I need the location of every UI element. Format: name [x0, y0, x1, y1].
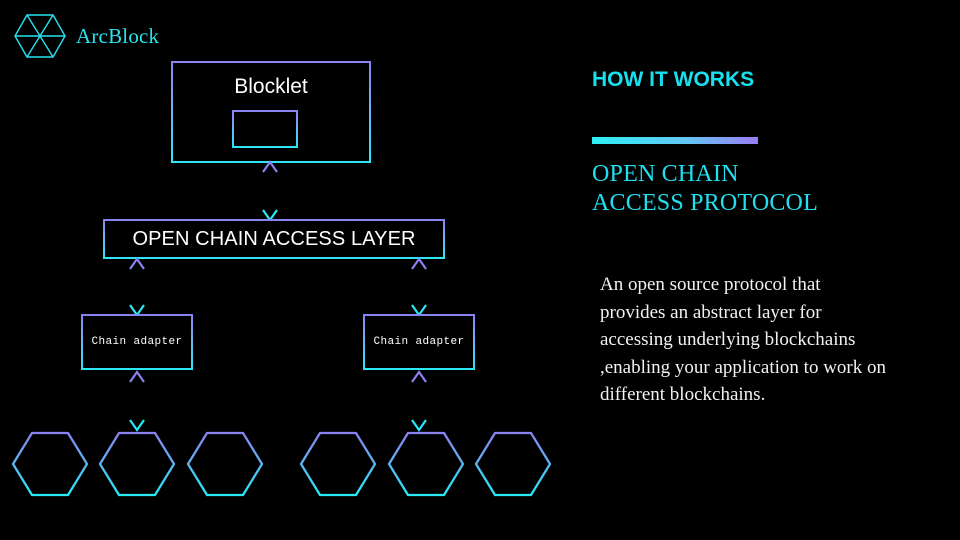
- panel-title: OPEN CHAIN ACCESS PROTOCOL: [592, 161, 818, 216]
- blocklet-label: Blocklet: [234, 75, 308, 98]
- connector-adapter-1-to-chain: [129, 370, 145, 432]
- blockchain-hexagon-2[interactable]: [98, 431, 176, 497]
- slide-canvas: ArcBlock Blocklet OPEN CHAIN ACCESS LAYE…: [0, 0, 960, 540]
- blockchain-hexagon-5[interactable]: [387, 431, 465, 497]
- open-chain-access-layer-box[interactable]: OPEN CHAIN ACCESS LAYER: [103, 219, 445, 259]
- hexagon-triforce-icon: [14, 14, 66, 58]
- blockchain-hexagon-6[interactable]: [474, 431, 552, 497]
- blocklet-inner-box[interactable]: [232, 110, 298, 148]
- chain-adapter-label: Chain adapter: [91, 336, 183, 348]
- blockchain-hexagon-4[interactable]: [299, 431, 377, 497]
- blockchain-hexagon-3[interactable]: [186, 431, 264, 497]
- connector-access-layer-to-adapter-2: [411, 257, 427, 317]
- chain-adapter-label: Chain adapter: [373, 336, 465, 348]
- open-chain-access-layer-label: OPEN CHAIN ACCESS LAYER: [132, 227, 416, 250]
- brand-lockup: ArcBlock: [14, 12, 159, 60]
- connector-adapter-2-to-chain: [411, 370, 427, 432]
- chain-adapter-box-1[interactable]: Chain adapter: [81, 314, 193, 370]
- connector-access-layer-to-adapter-1: [129, 257, 145, 317]
- panel-body-text: An open source protocol that provides an…: [600, 274, 886, 405]
- chain-adapter-box-2[interactable]: Chain adapter: [363, 314, 475, 370]
- blockchain-hexagon-1[interactable]: [11, 431, 89, 497]
- connector-blocklet-to-access-layer: [262, 160, 278, 222]
- brand-name: ArcBlock: [76, 23, 160, 48]
- info-panel: HOW IT WORKS OPEN CHAIN ACCESS PROTOCOL …: [592, 0, 942, 540]
- panel-divider: [592, 137, 758, 144]
- panel-kicker: HOW IT WORKS: [592, 68, 755, 91]
